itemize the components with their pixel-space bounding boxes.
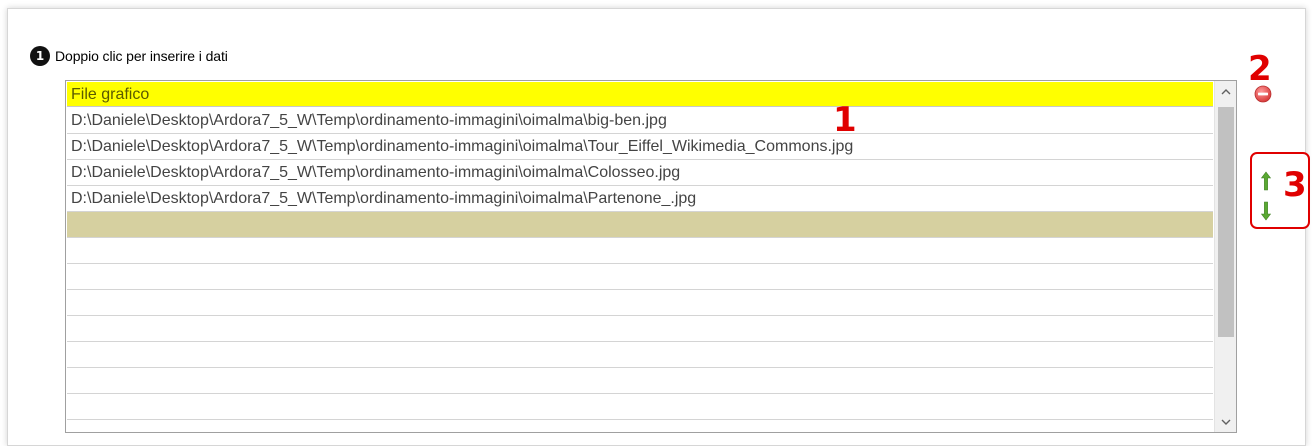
image-file-grid[interactable]: File grafico D:\Daniele\Desktop\Ardora7_… [65, 80, 1237, 433]
table-row[interactable] [67, 342, 1213, 368]
step-number-badge: 1 [30, 46, 50, 66]
table-row[interactable] [67, 264, 1213, 290]
chevron-down-icon[interactable] [1215, 411, 1236, 432]
table-row[interactable]: D:\Daniele\Desktop\Ardora7_5_W\Temp\ordi… [67, 160, 1213, 186]
table-row[interactable] [67, 394, 1213, 420]
table-row[interactable] [67, 316, 1213, 342]
callout-number-2: 2 [1248, 49, 1272, 89]
grid-rows: D:\Daniele\Desktop\Ardora7_5_W\Temp\ordi… [67, 108, 1213, 420]
callout-number-3: 3 [1283, 165, 1307, 205]
arrow-up-icon [1261, 171, 1271, 191]
arrow-down-icon [1261, 201, 1271, 221]
grid-header-file-grafico[interactable]: File grafico [67, 82, 1213, 107]
table-row[interactable] [67, 238, 1213, 264]
table-row[interactable]: D:\Daniele\Desktop\Ardora7_5_W\Temp\ordi… [67, 186, 1213, 212]
table-row[interactable] [67, 290, 1213, 316]
move-up-button[interactable] [1256, 169, 1276, 193]
table-row[interactable]: D:\Daniele\Desktop\Ardora7_5_W\Temp\ordi… [67, 134, 1213, 160]
table-row[interactable]: D:\Daniele\Desktop\Ardora7_5_W\Temp\ordi… [67, 108, 1213, 134]
step-heading: 1 Doppio clic per inserire i dati [30, 46, 228, 66]
vertical-scrollbar[interactable] [1214, 81, 1236, 432]
move-down-button[interactable] [1256, 199, 1276, 223]
callout-number-1: 1 [833, 100, 857, 140]
scrollbar-thumb[interactable] [1218, 107, 1234, 337]
chevron-up-icon[interactable] [1215, 81, 1236, 102]
table-row-selected[interactable] [67, 212, 1213, 238]
table-row[interactable] [67, 368, 1213, 394]
step-instruction: Doppio clic per inserire i dati [55, 48, 228, 64]
